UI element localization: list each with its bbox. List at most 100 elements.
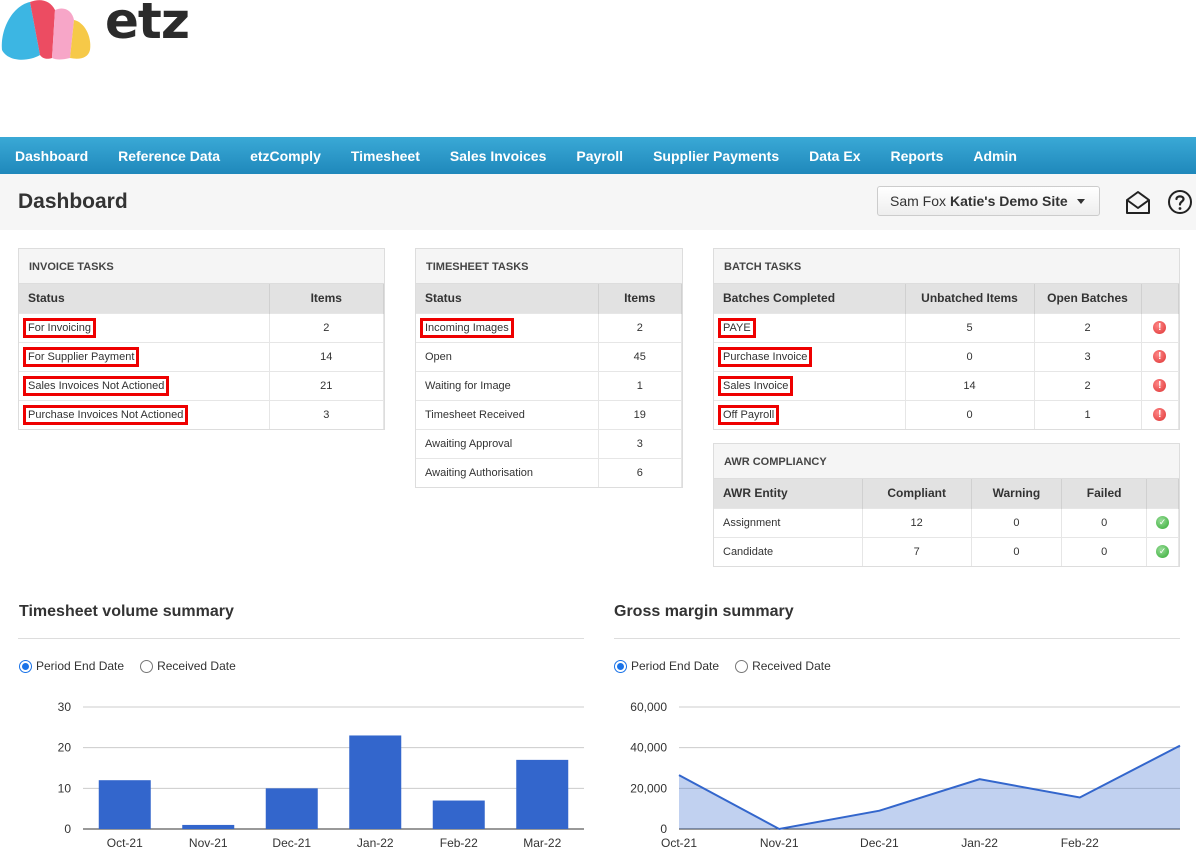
check-icon: ✓ <box>1156 516 1169 529</box>
radio-label: Period End Date <box>36 659 125 673</box>
open-count: 3 <box>1034 341 1142 371</box>
y-tick-label: 0 <box>660 822 667 836</box>
items-count: 2 <box>598 312 682 342</box>
x-tick-label: Dec-21 <box>860 836 899 850</box>
table-row[interactable]: For Supplier Payment 14 <box>19 341 384 371</box>
table-row[interactable]: Purchase Invoices Not Actioned 3 <box>19 399 384 429</box>
table-row[interactable]: Open 45 <box>416 341 682 371</box>
awr-table: AWR Entity Compliant Warning Failed Assi… <box>714 479 1179 566</box>
column-header: Open Batches <box>1034 284 1142 313</box>
nav-dashboard[interactable]: Dashboard <box>0 148 103 164</box>
status-label[interactable]: Open <box>416 341 599 371</box>
column-header: Failed <box>1061 479 1147 508</box>
radio-label: Received Date <box>752 659 831 673</box>
nav-reference-data[interactable]: Reference Data <box>103 148 235 164</box>
gross-margin-title: Gross margin summary <box>614 603 794 620</box>
status-label[interactable]: For Invoicing <box>23 317 96 338</box>
table-row[interactable]: PAYE 5 2 ! <box>714 312 1179 342</box>
warning-icon: ! <box>1153 408 1167 422</box>
status-label[interactable]: Awaiting Authorisation <box>416 457 599 487</box>
table-row[interactable]: Awaiting Approval 3 <box>416 428 682 458</box>
envelope-open-icon[interactable] <box>1124 188 1152 216</box>
table-row[interactable]: Waiting for Image 1 <box>416 370 682 400</box>
table-row[interactable]: Sales Invoice 14 2 ! <box>714 370 1179 400</box>
awr-compliancy-panel: AWR COMPLIANCY AWR Entity Compliant Warn… <box>713 443 1180 567</box>
status-label[interactable]: Purchase Invoices Not Actioned <box>23 404 189 425</box>
column-header: Status <box>19 284 270 313</box>
status-label[interactable]: Incoming Images <box>420 317 514 338</box>
compliant-count: 7 <box>862 536 972 566</box>
table-row[interactable]: Purchase Invoice 0 3 ! <box>714 341 1179 371</box>
table-row[interactable]: Off Payroll 0 1 ! <box>714 399 1179 429</box>
radio-received-date[interactable]: Received Date <box>140 659 236 673</box>
radio-period-end-date[interactable]: Period End Date <box>19 659 124 673</box>
nav-payroll[interactable]: Payroll <box>561 148 638 164</box>
awr-entity[interactable]: Candidate <box>714 536 863 566</box>
margin-date-mode: Period End Date Received Date <box>614 659 831 673</box>
table-row[interactable]: Timesheet Received 19 <box>416 399 682 429</box>
nav-sales-invoices[interactable]: Sales Invoices <box>435 148 562 164</box>
open-count: 2 <box>1034 312 1142 342</box>
help-icon[interactable] <box>1166 188 1194 216</box>
nav-data-ex[interactable]: Data Ex <box>794 148 875 164</box>
nav-reports[interactable]: Reports <box>875 148 958 164</box>
y-tick-label: 20,000 <box>630 781 667 795</box>
bar <box>98 780 151 829</box>
x-tick-label: Jan-22 <box>357 836 394 850</box>
radio-period-end-date[interactable]: Period End Date <box>614 659 719 673</box>
warning-icon: ! <box>1153 350 1167 363</box>
brand-name: etz <box>105 0 190 50</box>
x-tick-label: Dec-21 <box>272 836 311 850</box>
bar <box>182 824 235 829</box>
column-header: Items <box>269 284 384 313</box>
y-tick-label: 60,000 <box>630 700 667 714</box>
bar <box>432 800 485 829</box>
caret-down-icon <box>1077 199 1085 204</box>
warning-icon: ! <box>1153 379 1167 392</box>
etz-logo[interactable]: etz <box>0 0 210 62</box>
x-tick-label: Jan-22 <box>961 836 998 850</box>
site-name: Katie's Demo Site <box>950 193 1068 209</box>
nav-supplier-payments[interactable]: Supplier Payments <box>638 148 794 164</box>
status-label[interactable]: Waiting for Image <box>416 370 599 400</box>
column-header-icon <box>1141 284 1179 313</box>
main-navigation: Dashboard Reference Data etzComply Times… <box>0 137 1196 174</box>
status-label[interactable]: Sales Invoices Not Actioned <box>23 375 170 396</box>
table-row[interactable]: Awaiting Authorisation 6 <box>416 457 682 487</box>
nav-etzcomply[interactable]: etzComply <box>235 148 336 164</box>
table-row[interactable]: Candidate 7 0 0 ✓ <box>714 536 1179 566</box>
table-row[interactable]: Incoming Images 2 <box>416 312 682 342</box>
timesheet-summary-title: Timesheet volume summary <box>19 603 234 620</box>
nav-admin[interactable]: Admin <box>958 148 1032 164</box>
table-row[interactable]: Assignment 12 0 0 ✓ <box>714 507 1179 537</box>
table-row[interactable]: Sales Invoices Not Actioned 21 <box>19 370 384 400</box>
x-tick-label: Mar-22 <box>523 836 561 850</box>
column-header: AWR Entity <box>714 479 863 508</box>
page-title: Dashboard <box>18 190 128 213</box>
column-header: Unbatched Items <box>905 284 1035 313</box>
unbatched-count: 14 <box>905 370 1035 400</box>
status-label[interactable]: Awaiting Approval <box>416 428 599 458</box>
batch-name[interactable]: Off Payroll <box>718 404 780 425</box>
warning-count: 0 <box>971 536 1063 566</box>
batch-name[interactable]: PAYE <box>718 317 756 338</box>
batch-tasks-panel: BATCH TASKS Batches Completed Unbatched … <box>713 248 1180 430</box>
check-icon: ✓ <box>1156 545 1169 559</box>
batch-name[interactable]: Purchase Invoice <box>718 346 813 367</box>
batch-name[interactable]: Sales Invoice <box>718 375 794 396</box>
radio-label: Received Date <box>157 659 236 673</box>
status-label[interactable]: For Supplier Payment <box>23 346 140 367</box>
x-tick-label: Feb-22 <box>440 836 478 850</box>
site-selector[interactable]: Sam Fox Katie's Demo Site <box>877 186 1100 216</box>
table-row[interactable]: For Invoicing 2 <box>19 312 384 342</box>
nav-timesheet[interactable]: Timesheet <box>336 148 435 164</box>
awr-entity[interactable]: Assignment <box>714 507 863 537</box>
unbatched-count: 5 <box>905 312 1035 342</box>
column-header: Items <box>598 284 682 313</box>
items-count: 3 <box>269 399 384 429</box>
radio-received-date[interactable]: Received Date <box>735 659 831 673</box>
items-count: 14 <box>269 341 384 371</box>
status-label[interactable]: Timesheet Received <box>416 399 599 429</box>
panel-title: AWR COMPLIANCY <box>714 444 1179 479</box>
bar <box>516 759 569 829</box>
